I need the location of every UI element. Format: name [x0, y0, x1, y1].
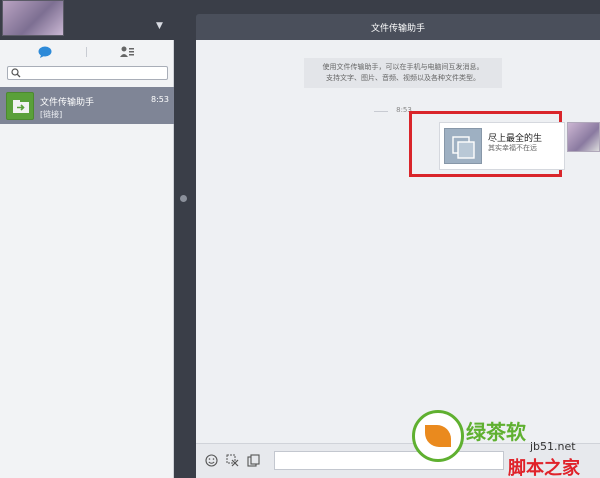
- user-avatar[interactable]: [2, 0, 64, 36]
- chat-title: 文件传输助手: [370, 24, 425, 34]
- folder-arrow-icon: [13, 100, 29, 113]
- conversation-name: 文件传输助手: [40, 98, 95, 108]
- system-info-notice: 使用文件传输助手，可以在手机与电脑间互发消息。 支持文字、图片、音频、视频以及各…: [304, 58, 502, 88]
- chat-bubble-icon[interactable]: [38, 46, 52, 58]
- chat-header: 文件传输助手: [196, 14, 600, 40]
- tab-divider: [86, 47, 87, 57]
- search-input[interactable]: [23, 67, 165, 79]
- sender-avatar[interactable]: [567, 122, 600, 152]
- panel-resize-handle[interactable]: [180, 195, 187, 202]
- link-thumbnail: [444, 128, 482, 164]
- conversation-item-file-transfer[interactable]: 文件传输助手 8:53 [链接]: [0, 87, 174, 124]
- link-message-card[interactable]: 尽上最全的生 其实幸福不在远: [439, 122, 565, 170]
- conversation-preview: [链接]: [40, 110, 63, 119]
- info-line: 支持文字、图片、音频、视频以及各种文件类型。: [326, 74, 480, 82]
- watermark-logo-text: 绿茶软: [466, 420, 526, 444]
- conversation-time: 8:53: [151, 95, 169, 104]
- left-top-bar: ▼: [0, 0, 174, 40]
- leaf-icon: [425, 425, 451, 447]
- file-transfer-avatar: [6, 92, 34, 120]
- conversation-panel: 文件传输助手 8:53 [链接]: [0, 40, 174, 478]
- chevron-down-icon[interactable]: ▼: [156, 21, 163, 31]
- info-line: 使用文件传输助手，可以在手机与电脑间互发消息。: [322, 63, 484, 71]
- watermark-logo: [412, 410, 464, 462]
- message-input[interactable]: [274, 451, 504, 470]
- watermark-brand: 脚本之家: [508, 458, 580, 478]
- emoji-icon[interactable]: [205, 454, 218, 467]
- watermark-site: jb51.net: [530, 440, 576, 453]
- search-icon: [11, 68, 21, 78]
- search-box[interactable]: [7, 66, 168, 80]
- panel-tabs: [0, 40, 173, 64]
- scissors-icon[interactable]: [226, 454, 239, 467]
- link-subtitle: 其实幸福不在远: [488, 144, 537, 152]
- file-icon[interactable]: [247, 454, 260, 467]
- chat-message-area[interactable]: 使用文件传输助手，可以在手机与电脑间互发消息。 支持文字、图片、音频、视频以及各…: [196, 40, 600, 443]
- contacts-icon[interactable]: [120, 46, 134, 58]
- image-stack-icon: [452, 136, 475, 159]
